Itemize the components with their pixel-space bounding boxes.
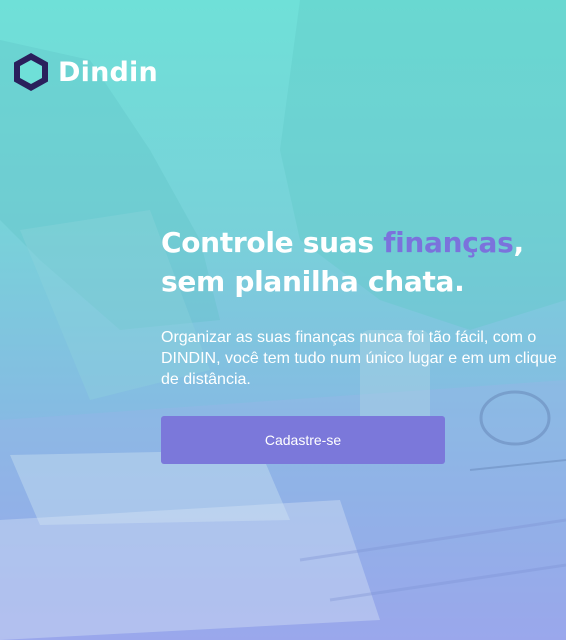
hero-description: Organizar as suas finanças nunca foi tão… [161,329,557,388]
headline-text: Controle suas [161,226,384,259]
hexagon-logo-icon [14,53,48,91]
headline-line-2: sem planilha chata. [161,265,465,298]
hero-headline: Controle suas finanças, sem planilha cha… [161,223,561,301]
headline-comma: , [513,226,525,259]
brand-name: Dindin [58,56,158,88]
signup-button[interactable]: Cadastre-se [161,416,445,464]
brand-logo[interactable]: Dindin [12,52,158,92]
headline-highlight: finanças [383,226,514,259]
hero-section: Controle suas finanças, sem planilha cha… [161,223,561,390]
